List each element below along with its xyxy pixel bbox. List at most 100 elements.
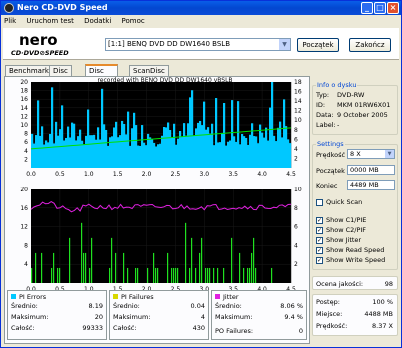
- show-write-speed-checkbox[interactable]: ✓: [316, 257, 323, 264]
- maximize-icon[interactable]: □: [374, 2, 386, 14]
- y2-tick-label: 10: [294, 187, 302, 193]
- pi-error-bar: [69, 137, 72, 168]
- y-tick-label: 8: [24, 131, 28, 138]
- pi-error-bar: [237, 101, 240, 168]
- pi-error-bar: [159, 143, 162, 168]
- pi-error-bar: [151, 138, 154, 168]
- show-jitter-label: Show Jitter: [326, 236, 362, 244]
- pi-error-bar: [185, 135, 188, 168]
- pi-error-bar: [75, 140, 78, 168]
- y-tick-label: 6: [24, 139, 28, 146]
- pi-error-bar: [123, 123, 126, 168]
- menu-plik[interactable]: Plik: [4, 17, 16, 25]
- pi-error-bar: [45, 140, 48, 168]
- pi-failure-bar: [35, 252, 37, 283]
- disc-quality-panel: recorded with BENQ DVD DD DW1640 vBSLB 2…: [4, 76, 310, 344]
- chevron-down-icon[interactable]: ▼: [279, 39, 290, 50]
- speed-label: Prędkość: [316, 151, 346, 159]
- x-tick-label: 3.5: [228, 171, 238, 178]
- pi-error-bar: [111, 136, 114, 168]
- x-tick-label: 0.5: [55, 171, 65, 178]
- minimize-icon[interactable]: _: [361, 2, 373, 14]
- pi-errors-chart: recorded with BENQ DVD DD DW1640 vBSLB 2…: [20, 77, 302, 178]
- disc-type-value: DVD-RW: [337, 91, 365, 99]
- pi-failure-bar: [249, 267, 251, 283]
- show-jitter-checkbox[interactable]: ✓: [316, 237, 323, 244]
- y2-tick-label: 10: [294, 117, 302, 124]
- stat-label: Całość:: [113, 324, 137, 332]
- pi-failure-bar: [53, 252, 55, 283]
- stat-value: 8.06 %: [280, 302, 303, 310]
- pi-error-bar: [115, 121, 118, 168]
- y2-tick-label: 4: [294, 242, 298, 249]
- stat-label: Średnio:: [215, 302, 242, 310]
- pi-failures-chart: 20161284 108642 0.00.51.01.52.02.53.03.5…: [20, 187, 302, 293]
- pi-error-bar: [261, 132, 264, 168]
- show-read-speed-checkbox[interactable]: ✓: [316, 247, 323, 254]
- app-icon: [4, 3, 14, 13]
- y2-tick-label: 18: [294, 79, 302, 86]
- show-c2-pif-checkbox[interactable]: ✓: [316, 227, 323, 234]
- chevron-down-icon[interactable]: ▼: [385, 150, 394, 158]
- y-tick-label: 14: [20, 105, 28, 112]
- pi-error-bar: [41, 126, 44, 168]
- pi-error-bar: [267, 140, 270, 168]
- end-input[interactable]: 4489 MB: [347, 180, 395, 190]
- pi-error-bar: [229, 140, 232, 168]
- pi-error-bar: [263, 137, 266, 168]
- y-tick-label: 12: [20, 224, 28, 231]
- speed-select[interactable]: 8 X ▼: [347, 149, 395, 159]
- pi-error-bar: [59, 129, 62, 168]
- quick-scan-checkbox[interactable]: [316, 199, 323, 206]
- pi-error-bar: [67, 126, 70, 168]
- pi-error-bar: [195, 128, 198, 168]
- pi-failure-bar: [189, 267, 191, 283]
- y-tick-label: 10: [20, 122, 28, 129]
- pi-failure-bar: [213, 267, 215, 283]
- menu-pomoc[interactable]: Pomoc: [122, 17, 145, 25]
- pi-failure-bar: [109, 267, 111, 283]
- x-tick-label: 4.5: [286, 171, 296, 178]
- pi-failure-bar: [201, 237, 203, 283]
- pi-error-bar: [65, 137, 68, 168]
- menu-uruchom-test[interactable]: Uruchom test: [26, 17, 74, 25]
- speed-select-value: 8 X: [350, 150, 361, 158]
- y-tick-label: 4: [24, 261, 28, 268]
- pi-error-bar: [289, 143, 292, 168]
- pi-error-bar: [197, 122, 200, 168]
- start-button[interactable]: Początek: [297, 38, 339, 52]
- pi-error-bar: [253, 136, 256, 168]
- show-read-speed-label: Show Read Speed: [326, 246, 385, 254]
- y2-tick-label: 6: [294, 224, 298, 231]
- drive-select[interactable]: [1:1] BENQ DVD DD DW1640 BSLB ▼: [105, 38, 291, 51]
- y-tick-label: 16: [20, 96, 28, 103]
- close-icon[interactable]: ×: [387, 2, 399, 14]
- y-tick-label: 2: [24, 156, 28, 163]
- pi-failure-bar: [127, 267, 129, 283]
- pi-error-bar: [245, 137, 248, 168]
- pi-errors-stats: PI Errors Średnio: 8.19 Maksimum: 20 Cał…: [7, 290, 107, 340]
- pi-error-bar: [167, 122, 170, 168]
- svg-text:nero: nero: [19, 31, 58, 49]
- menu-dodatki[interactable]: Dodatki: [84, 17, 111, 25]
- pi-error-bar: [217, 142, 220, 168]
- pi-error-bar: [97, 127, 100, 168]
- jitter-stats: Jitter Średnio: 8.06 % Maksimum: 9.4 % P…: [211, 290, 307, 340]
- pi-error-bar: [255, 136, 258, 168]
- pi-error-bar: [121, 120, 124, 168]
- close-button[interactable]: Zakończ: [349, 38, 391, 52]
- title-bar[interactable]: Nero CD-DVD Speed _ □ ×: [1, 1, 401, 15]
- pi-error-bar: [177, 138, 180, 168]
- start-input[interactable]: 0000 MB: [347, 165, 395, 175]
- pi-errors-swatch: [11, 294, 16, 299]
- pi-error-bar: [235, 141, 238, 168]
- progress-box: Postęp: 100 % Miejsce: 4488 MB Prędkość:…: [312, 294, 398, 336]
- pi-failure-bar: [173, 267, 175, 283]
- pi-failure-bar: [185, 222, 187, 283]
- pi-failures-swatch: [113, 294, 118, 299]
- y-tick-label: 16: [20, 205, 28, 212]
- show-c1-pie-checkbox[interactable]: ✓: [316, 217, 323, 224]
- quality-score-value: 98: [384, 280, 393, 288]
- pi-error-bar: [113, 127, 116, 168]
- y-tick-label: 20: [20, 187, 28, 193]
